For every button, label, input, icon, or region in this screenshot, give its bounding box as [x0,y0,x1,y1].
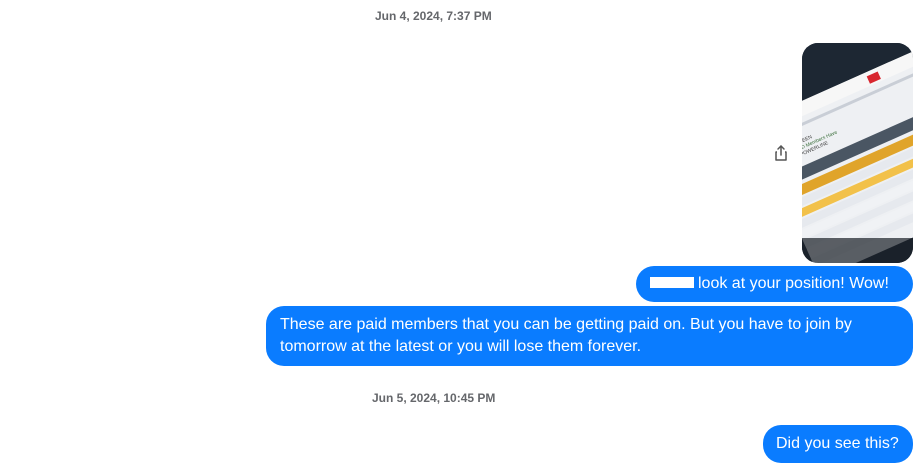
message-bubble[interactable]: look at your position! Wow! [636,266,913,302]
timestamp-jun4: Jun 4, 2024, 7:37 PM [375,9,492,23]
message-bubble[interactable]: Did you see this? [763,425,913,463]
message-bubble[interactable]: These are paid members that you can be g… [266,306,913,366]
message-text: Did you see this? [776,435,899,452]
timestamp-jun5: Jun 5, 2024, 10:45 PM [372,391,496,405]
redacted-name [650,277,694,289]
message-text: look at your position! Wow! [698,275,889,292]
shared-photo[interactable]: and 31 PAID Members Have ALREADY BEEN ir… [802,43,913,263]
share-icon[interactable] [772,144,790,162]
message-text: These are paid members that you can be g… [280,316,852,355]
